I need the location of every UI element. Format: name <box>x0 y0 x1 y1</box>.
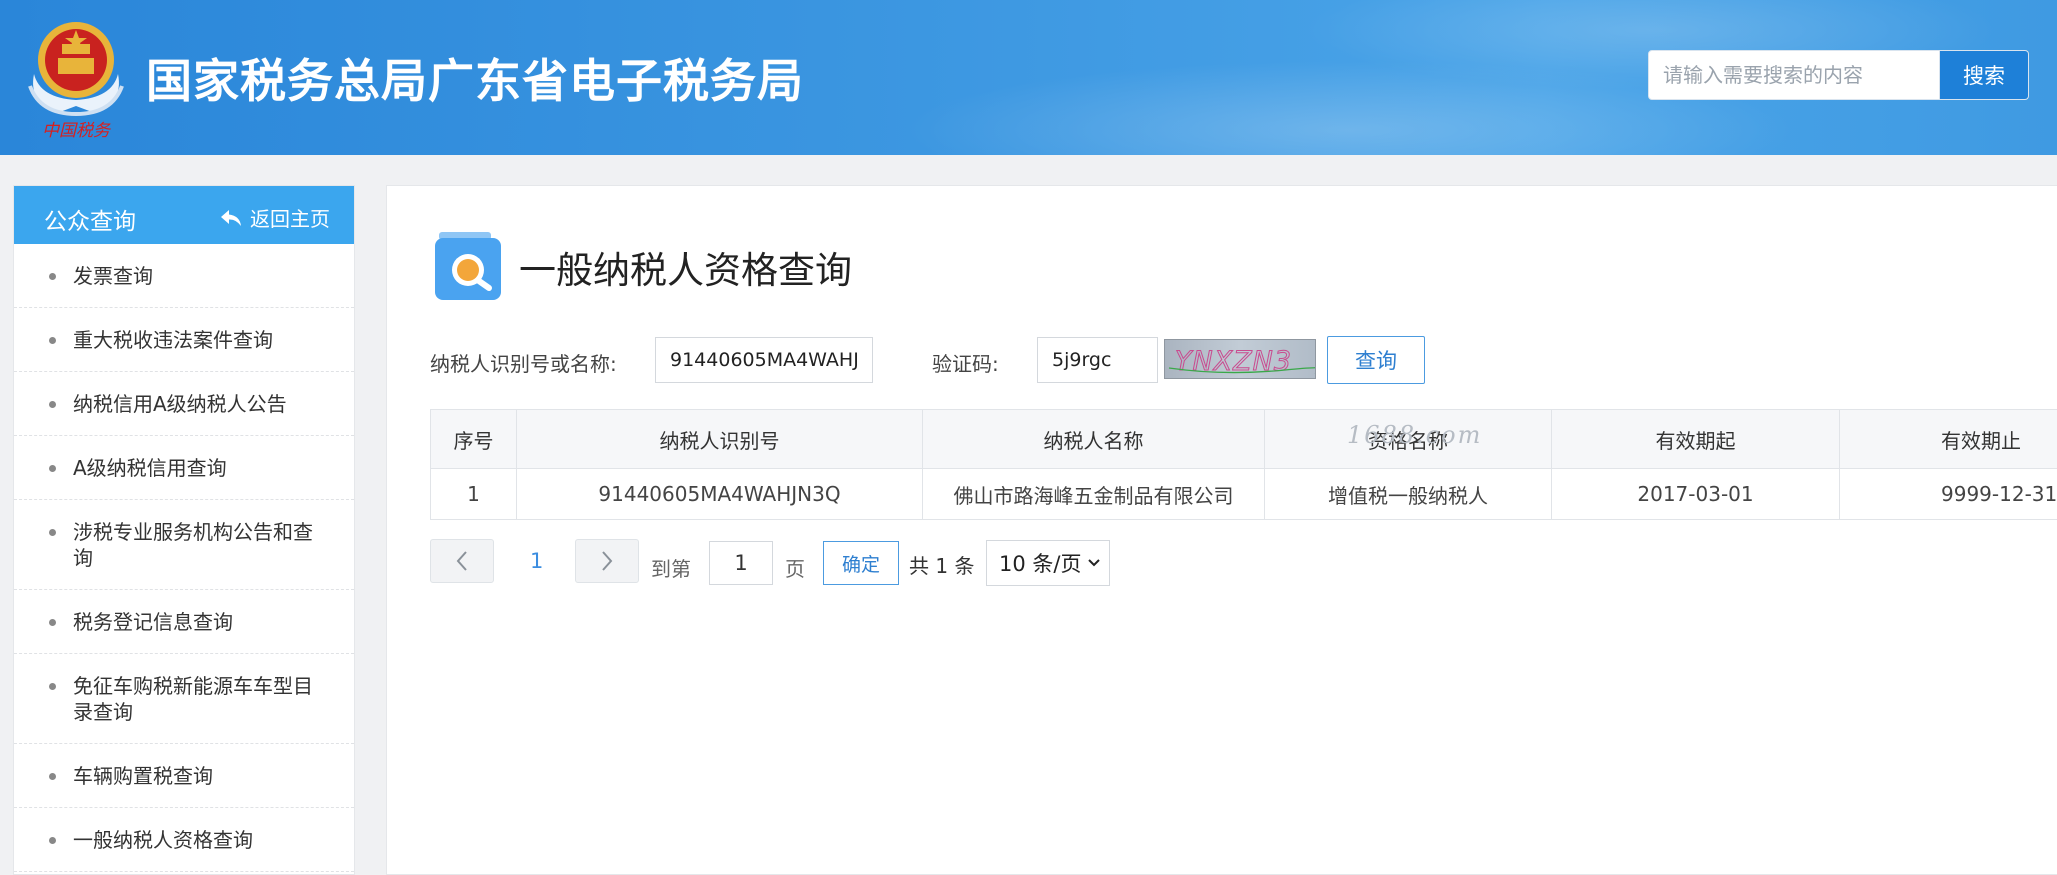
search-input[interactable] <box>1648 50 1940 100</box>
taxpayer-id-input[interactable] <box>655 337 873 383</box>
column-header: 序号 <box>431 410 517 469</box>
page-title: 一般纳税人资格查询 <box>519 240 852 294</box>
sidebar-item-a-credit-notice[interactable]: 纳税信用A级纳税人公告 <box>14 372 354 436</box>
bullet-icon <box>49 273 56 280</box>
chevron-down-icon <box>1087 558 1101 568</box>
bullet-icon <box>49 837 56 844</box>
svg-text:中国税务: 中国税务 <box>42 121 112 140</box>
sidebar-item-label: 税务登记信息查询 <box>73 609 233 635</box>
sidebar-item-general-taxpayer-query[interactable]: 一般纳税人资格查询 <box>14 808 354 872</box>
column-header: 纳税人识别号 <box>517 410 923 469</box>
site-search: 搜索 <box>1648 50 2029 100</box>
bullet-icon <box>49 337 56 344</box>
national-emblem-logo-icon: 中国税务 <box>20 14 132 140</box>
column-header: 有效期起 <box>1552 410 1840 469</box>
bullet-icon <box>49 619 56 626</box>
bullet-icon <box>49 683 56 690</box>
table-cell: 增值税一般纳税人 <box>1265 469 1552 520</box>
sidebar-item-a-credit-query[interactable]: A级纳税信用查询 <box>14 436 354 500</box>
sidebar: 公众查询 返回主页 发票查询 重大税收违法案件查询 纳税信用A级纳税人公告 A级… <box>13 185 355 875</box>
bullet-icon <box>49 465 56 472</box>
sidebar-item-major-violation-query[interactable]: 重大税收违法案件查询 <box>14 308 354 372</box>
captcha-noise: YNXZN3 <box>1165 340 1316 379</box>
table-header-row: 序号 纳税人识别号 纳税人名称 资格名称 有效期起 有效期止 <box>431 410 2057 469</box>
sidebar-item-label: 重大税收违法案件查询 <box>73 327 273 353</box>
sidebar-item-label: 一般纳税人资格查询 <box>73 827 253 853</box>
bullet-icon <box>49 401 56 408</box>
sidebar-item-invoice-query[interactable]: 发票查询 <box>14 244 354 308</box>
sidebar-item-label: 车辆购置税查询 <box>73 763 213 789</box>
sidebar-item-label: 免征车购税新能源车车型目录查询 <box>73 673 324 725</box>
confirm-goto-button[interactable]: 确定 <box>823 541 899 585</box>
bullet-icon <box>49 529 56 536</box>
search-button[interactable]: 搜索 <box>1940 50 2029 100</box>
page-size-select[interactable]: 10 条/页 <box>986 540 1110 586</box>
table-cell: 佛山市路海峰五金制品有限公司 <box>923 469 1265 520</box>
site-title: 国家税务总局广东省电子税务局 <box>146 45 804 111</box>
result-table: 序号 纳税人识别号 纳税人名称 资格名称 有效期起 有效期止 1 9144060… <box>430 409 2057 520</box>
captcha-input[interactable] <box>1037 337 1158 383</box>
column-header: 资格名称 <box>1265 410 1552 469</box>
captcha-image[interactable]: YNXZN3 <box>1164 339 1316 379</box>
sidebar-item-label: A级纳税信用查询 <box>73 455 227 481</box>
total-count: 共 1 条 <box>909 550 974 579</box>
page-size-value: 10 条/页 <box>999 548 1081 578</box>
taxpayer-id-label: 纳税人识别号或名称: <box>430 348 617 377</box>
chevron-left-icon <box>455 550 469 572</box>
query-button[interactable]: 查询 <box>1327 336 1425 384</box>
table-cell: 9999-12-31 <box>1840 469 2057 520</box>
back-home-link[interactable]: 返回主页 <box>220 203 330 232</box>
captcha-label: 验证码: <box>932 348 999 377</box>
bullet-icon <box>49 773 56 780</box>
current-page-number[interactable]: 1 <box>530 549 543 573</box>
reply-arrow-icon <box>220 209 242 227</box>
page-suffix-label: 页 <box>785 553 805 582</box>
next-page-button[interactable] <box>575 539 639 583</box>
sidebar-item-label: 纳税信用A级纳税人公告 <box>73 391 287 417</box>
sidebar-item-label: 涉税专业服务机构公告和查询 <box>73 519 324 571</box>
sidebar-header: 公众查询 返回主页 <box>14 186 354 244</box>
sidebar-item-vehicle-tax-query[interactable]: 车辆购置税查询 <box>14 744 354 808</box>
sidebar-item-registration-query[interactable]: 税务登记信息查询 <box>14 590 354 654</box>
site-header: 中国税务 国家税务总局广东省电子税务局 搜索 <box>0 0 2057 155</box>
search-document-icon <box>435 232 503 302</box>
main-panel: 一般纳税人资格查询 纳税人识别号或名称: 验证码: YNXZN3 查询 序号 纳… <box>386 185 2057 875</box>
column-header: 纳税人名称 <box>923 410 1265 469</box>
back-home-label: 返回主页 <box>250 203 330 232</box>
goto-page-input[interactable] <box>709 541 773 585</box>
sidebar-item-ev-catalog-query[interactable]: 免征车购税新能源车车型目录查询 <box>14 654 354 744</box>
table-row: 1 91440605MA4WAHJN3Q 佛山市路海峰五金制品有限公司 增值税一… <box>431 469 2057 520</box>
chevron-right-icon <box>600 550 614 572</box>
prev-page-button[interactable] <box>430 539 494 583</box>
sidebar-item-tax-agency-query[interactable]: 涉税专业服务机构公告和查询 <box>14 500 354 590</box>
sidebar-title: 公众查询 <box>44 202 136 236</box>
table-cell: 2017-03-01 <box>1552 469 1840 520</box>
table-cell: 91440605MA4WAHJN3Q <box>517 469 923 520</box>
column-header: 有效期止 <box>1840 410 2057 469</box>
sidebar-menu: 发票查询 重大税收违法案件查询 纳税信用A级纳税人公告 A级纳税信用查询 涉税专… <box>14 244 354 872</box>
sidebar-item-label: 发票查询 <box>73 263 153 289</box>
goto-label: 到第 <box>651 553 691 582</box>
table-cell: 1 <box>431 469 517 520</box>
